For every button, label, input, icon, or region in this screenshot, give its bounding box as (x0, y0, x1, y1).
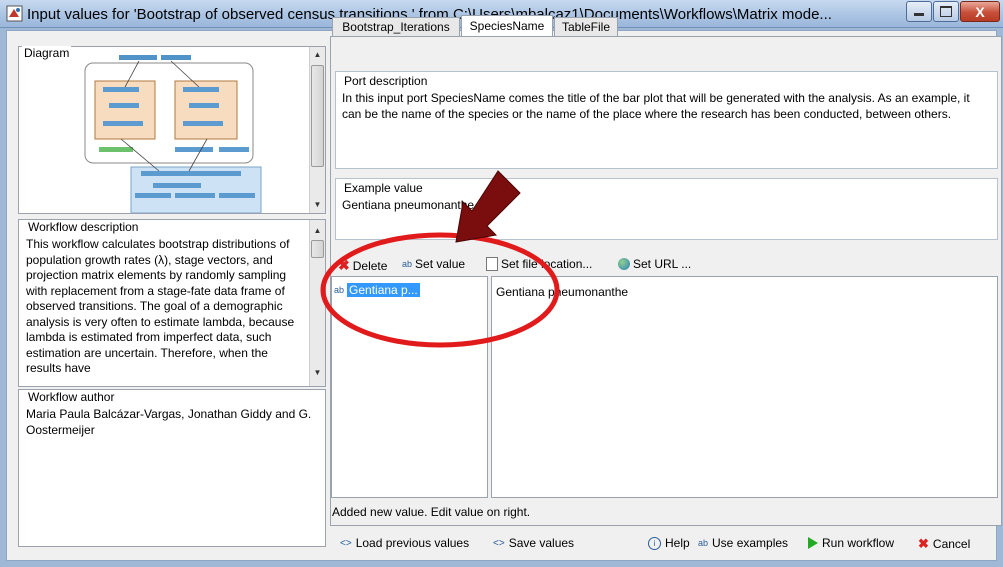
workflow-description-label: Workflow description (26, 220, 141, 234)
workflow-diagram-image[interactable] (79, 53, 309, 213)
save-values-label: Save values (508, 536, 575, 550)
workflow-author-label: Workflow author (26, 390, 117, 404)
delete-button[interactable]: ✖ Delete (338, 257, 387, 274)
cancel-icon: ✖ (918, 536, 929, 551)
set-value-button[interactable]: ab Set value (402, 257, 465, 271)
set-url-label: Set URL ... (633, 257, 692, 271)
file-icon (486, 257, 498, 271)
diagram-label: Diagram (22, 46, 72, 60)
port-description-label: Port description (344, 74, 428, 88)
close-icon: X (975, 3, 985, 20)
delete-icon: ✖ (338, 257, 350, 273)
play-icon (808, 537, 818, 549)
scrollbar-thumb[interactable] (311, 240, 324, 258)
save-values-button[interactable]: <> Save values (493, 536, 574, 550)
set-file-location-label: Set file location... (501, 257, 593, 271)
minimize-button[interactable] (906, 1, 932, 22)
text-value-icon: ab (402, 259, 413, 269)
diagram-pane: Diagram ▲ ▼ (18, 46, 326, 214)
cancel-label: Cancel (932, 537, 971, 551)
workflow-author-text: Maria Paula Balcázar-Vargas, Jonathan Gi… (26, 407, 312, 437)
scroll-up-icon[interactable]: ▲ (310, 47, 325, 62)
tab-table-file[interactable]: TableFile (554, 17, 618, 36)
maximize-button[interactable] (933, 1, 959, 22)
tab-label: TableFile (561, 20, 611, 34)
value-editor-text[interactable]: Gentiana pneumonanthe (496, 285, 628, 299)
run-workflow-button[interactable]: Run workflow (808, 536, 894, 550)
port-description-text: In this input port SpeciesName comes the… (342, 91, 970, 121)
close-window-button[interactable]: X (960, 1, 1000, 22)
info-icon: i (648, 536, 661, 550)
status-message: Added new value. Edit value on right. (332, 505, 531, 519)
scrollbar-thumb[interactable] (311, 65, 324, 167)
description-scrollbar[interactable]: ▲ ▼ (309, 220, 325, 386)
list-item-label: Gentiana p... (347, 283, 420, 297)
example-value-box: Example value Gentiana pneumonanthe (335, 178, 998, 240)
help-button[interactable]: i Help (648, 536, 690, 550)
tab-label: SpeciesName (469, 19, 545, 33)
port-description-box: Port description In this input port Spec… (335, 71, 998, 169)
diagram-scrollbar[interactable]: ▲ ▼ (309, 47, 325, 213)
workflow-author-pane: Workflow author Maria Paula Balcázar-Var… (18, 389, 326, 547)
tab-label: Bootstrap_Iterations (342, 20, 450, 34)
set-file-location-button[interactable]: Set file location... (486, 257, 592, 271)
text-value-icon: ab (334, 285, 345, 295)
app-icon (6, 5, 23, 22)
scroll-down-icon[interactable]: ▼ (310, 197, 325, 212)
tab-bootstrap-iterations[interactable]: Bootstrap_Iterations (332, 17, 460, 36)
use-examples-label: Use examples (712, 536, 789, 550)
values-list[interactable]: ab Gentiana p... (331, 276, 488, 498)
value-editor[interactable]: Gentiana pneumonanthe (491, 276, 998, 498)
scroll-down-icon[interactable]: ▼ (310, 365, 325, 380)
load-previous-values-button[interactable]: <> Load previous values (340, 536, 469, 550)
arrows-icon: <> (493, 537, 505, 549)
run-workflow-label: Run workflow (822, 536, 895, 550)
workflow-description-text: This workflow calculates bootstrap distr… (26, 237, 295, 375)
arrows-icon: <> (340, 537, 352, 549)
example-value-label: Example value (344, 181, 423, 195)
minimize-icon (914, 13, 924, 16)
scroll-up-icon[interactable]: ▲ (310, 223, 325, 238)
set-value-label: Set value (415, 257, 466, 271)
list-item[interactable]: ab Gentiana p... (334, 283, 420, 297)
example-value-text: Gentiana pneumonanthe (342, 198, 475, 212)
maximize-icon (940, 6, 952, 17)
use-examples-button[interactable]: ab Use examples (698, 536, 788, 550)
load-previous-label: Load previous values (355, 536, 470, 550)
help-label: Help (665, 536, 690, 550)
delete-label: Delete (352, 258, 388, 273)
text-value-icon: ab (698, 538, 709, 548)
globe-icon (618, 258, 630, 270)
set-url-button[interactable]: Set URL ... (618, 257, 691, 271)
workflow-description-pane: Workflow description This workflow calcu… (18, 219, 326, 387)
cancel-button[interactable]: ✖ Cancel (918, 536, 970, 552)
tab-species-name[interactable]: SpeciesName (461, 15, 553, 36)
